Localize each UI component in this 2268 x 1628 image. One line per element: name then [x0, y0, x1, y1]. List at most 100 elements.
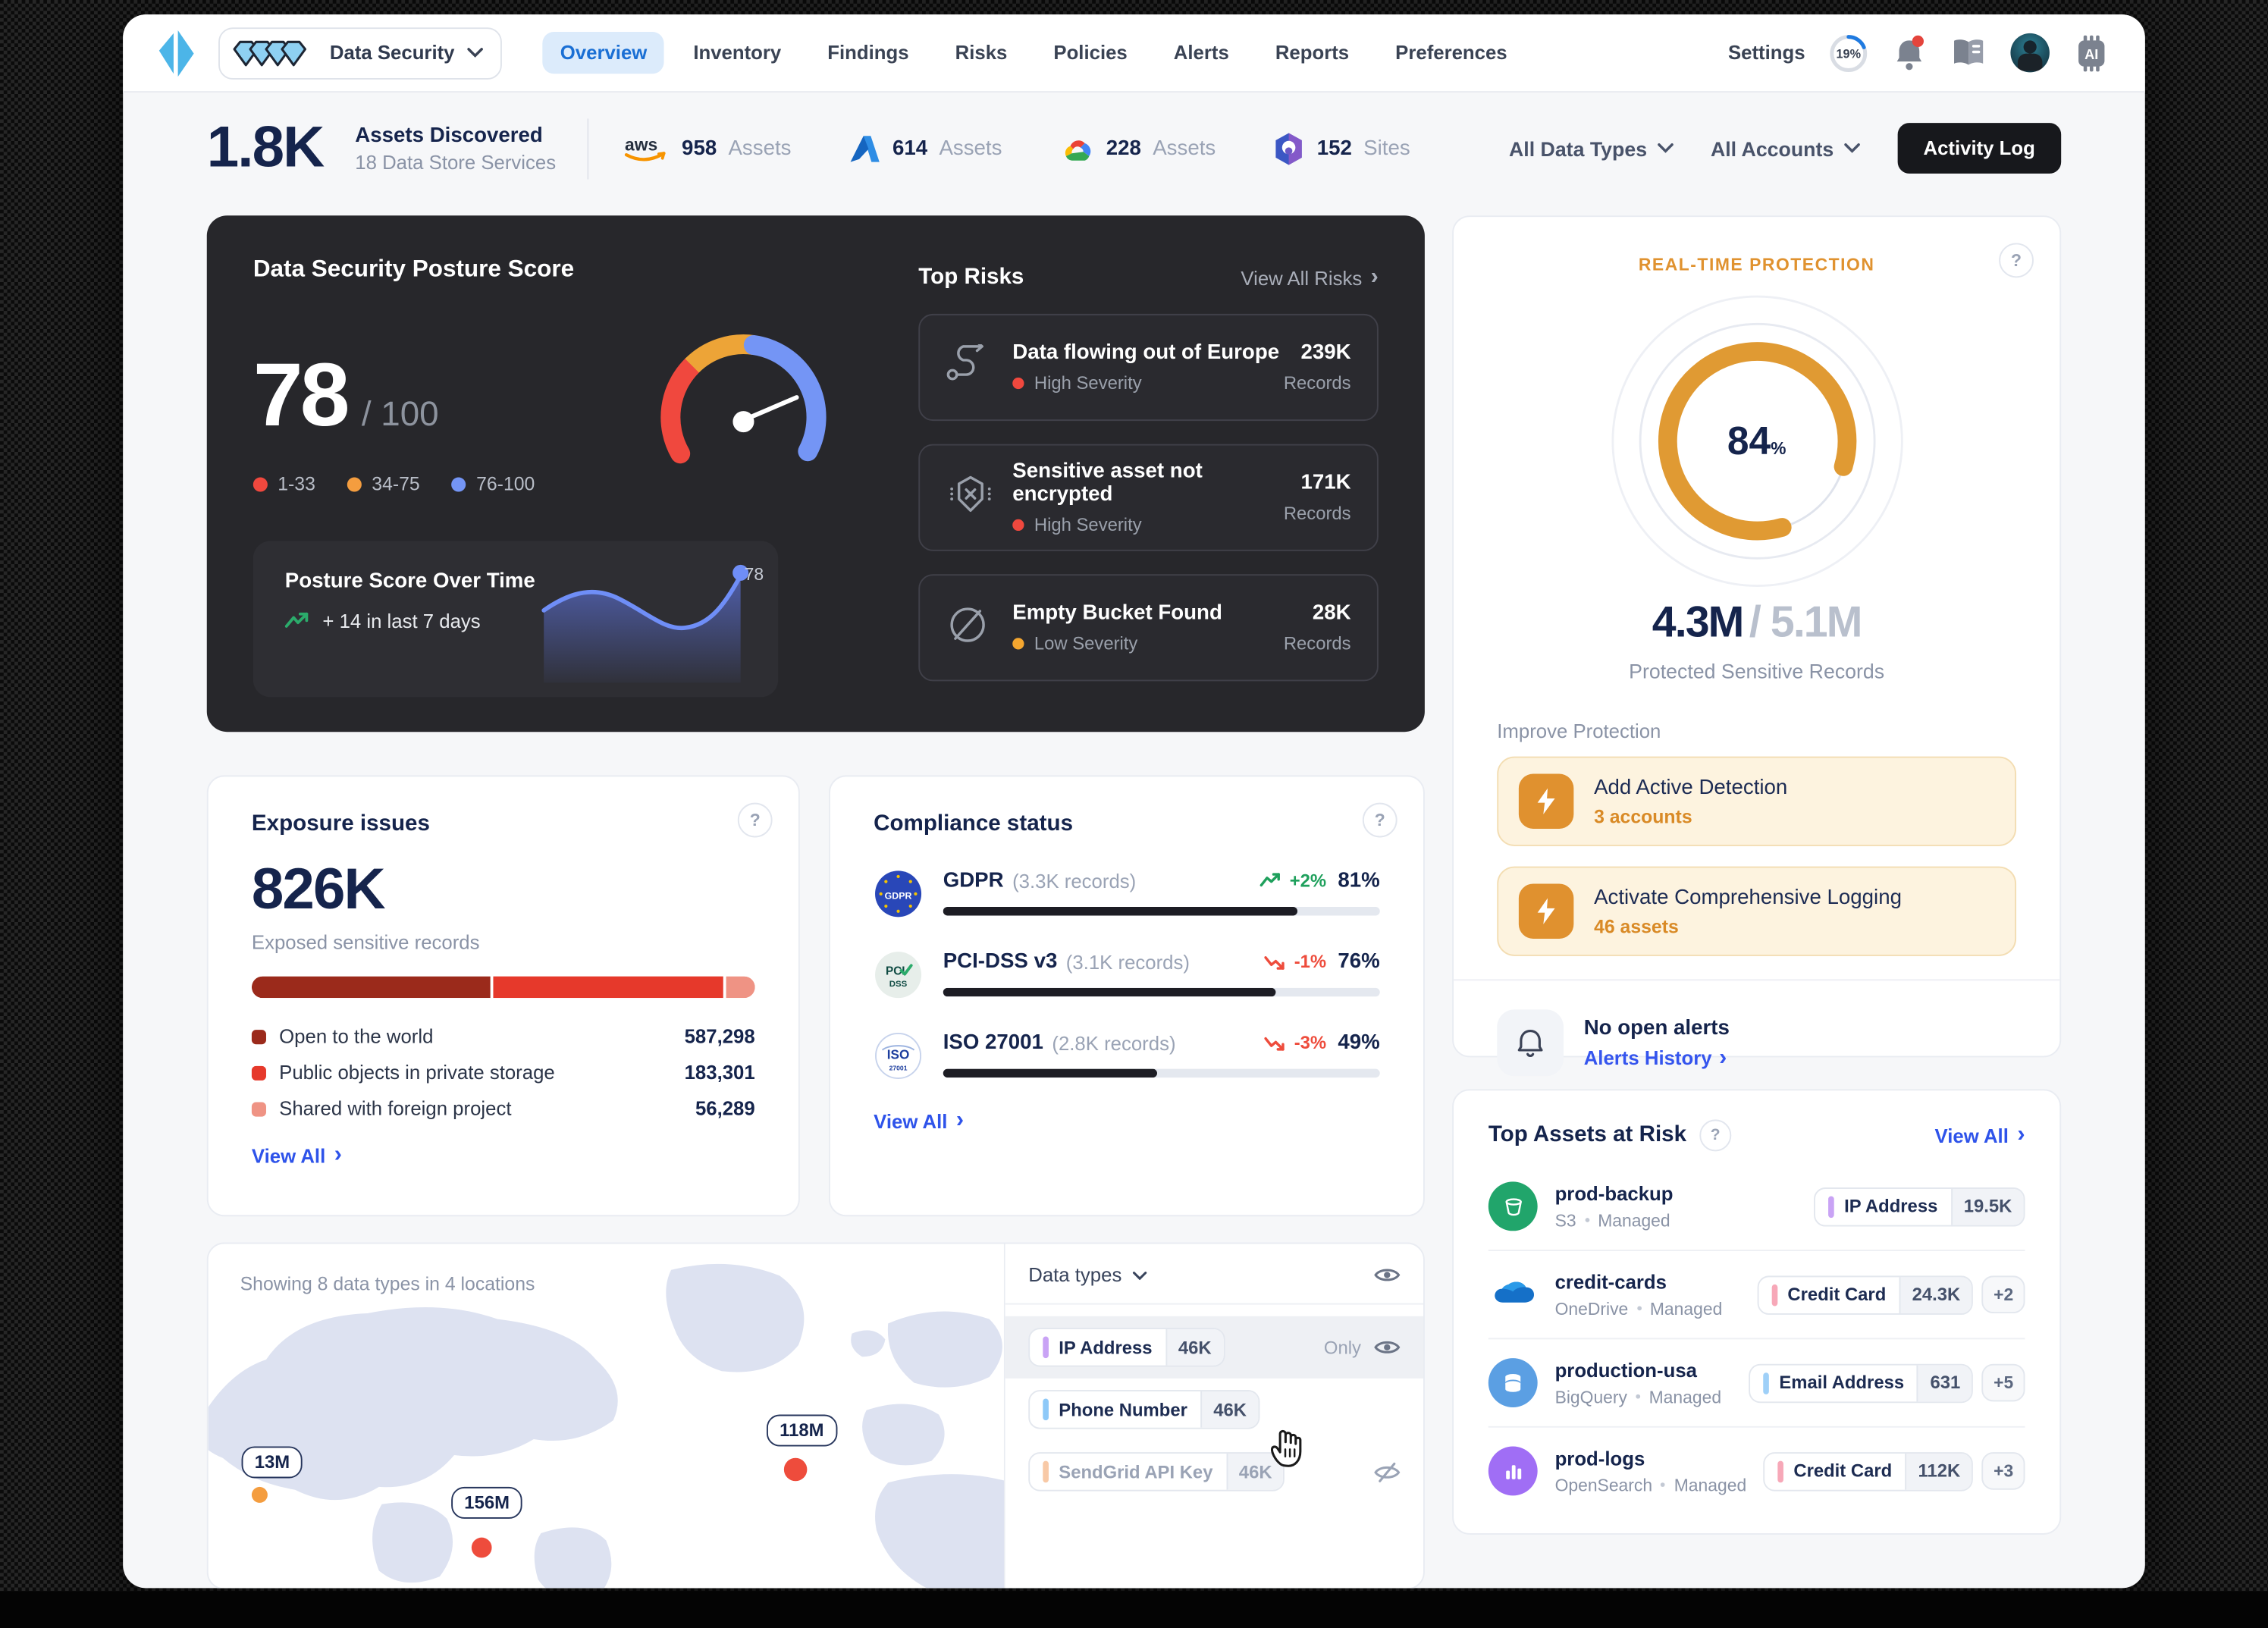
- usage-progress-ring[interactable]: 19%: [1828, 33, 1868, 73]
- assets-subtitle: 18 Data Store Services: [355, 151, 556, 173]
- docs-book-icon[interactable]: [1950, 36, 1987, 71]
- data-type-chip: IP Address 19.5K: [1814, 1187, 2025, 1226]
- svg-text:ISO: ISO: [887, 1046, 910, 1062]
- data-type-row-sendgrid-api-key[interactable]: SendGrid API Key 46K: [1005, 1441, 1423, 1503]
- settings-link[interactable]: Settings: [1728, 42, 1805, 64]
- unencrypted-shield-icon: [946, 472, 996, 516]
- compliance-row-iso: ISO 27001 ISO 27001 (2.8K records) -3%: [874, 1031, 1380, 1081]
- visibility-eye-off-icon[interactable]: [1374, 1462, 1400, 1482]
- toggle-all-visibility-eye-icon[interactable]: [1374, 1266, 1400, 1285]
- posture-score-card: Data Security Posture Score 78 / 100 1-3…: [207, 215, 1425, 732]
- risk-item-data-flow[interactable]: Data flowing out of Europe High Severity…: [918, 314, 1379, 421]
- only-action[interactable]: Only: [1324, 1337, 1361, 1357]
- mouse-cursor-hand: [1266, 1420, 1309, 1470]
- azure-count: 614: [892, 136, 927, 160]
- pci-dss-icon: PCI DSS: [874, 950, 923, 999]
- s3-bucket-icon: [1501, 1194, 1525, 1219]
- tab-policies[interactable]: Policies: [1037, 32, 1145, 74]
- asset-row-prod-logs[interactable]: prod-logs OpenSearchManaged Credit Card …: [1488, 1428, 2025, 1514]
- severity-dot: [1012, 378, 1024, 389]
- risk-name: Sensitive asset not encrypted: [1012, 460, 1284, 507]
- tab-inventory[interactable]: Inventory: [676, 32, 798, 74]
- risk-item-empty-bucket[interactable]: Empty Bucket Found Low Severity 28K Reco…: [918, 574, 1379, 681]
- product-switcher[interactable]: Data Security: [218, 27, 502, 79]
- help-icon[interactable]: ?: [1699, 1119, 1731, 1151]
- more-types-chip[interactable]: +2: [1982, 1275, 2025, 1313]
- action-add-active-detection[interactable]: Add Active Detection 3 accounts: [1497, 757, 2016, 846]
- risk-count: 28K: [1284, 602, 1351, 626]
- product-switcher-label: Data Security: [330, 42, 455, 64]
- azure-unit: Assets: [939, 136, 1002, 160]
- posture-score-value: 78: [253, 344, 347, 447]
- compliance-view-all-link[interactable]: View All›: [874, 1109, 964, 1133]
- assets-total: 1.8K: [207, 116, 324, 181]
- alerts-history-link[interactable]: Alerts History›: [1584, 1046, 1730, 1070]
- tab-findings[interactable]: Findings: [810, 32, 926, 74]
- nav-tabs: Overview Inventory Findings Risks Polici…: [543, 32, 1525, 74]
- bigquery-database-icon: [1501, 1370, 1525, 1394]
- posture-score-max: / 100: [362, 395, 439, 435]
- risk-count: 171K: [1284, 472, 1351, 495]
- svg-text:aws: aws: [626, 133, 658, 153]
- usage-percent-label: 19%: [1828, 33, 1868, 73]
- asset-row-production-usa[interactable]: production-usa BigQueryManaged Email Add…: [1488, 1339, 2025, 1427]
- exposure-view-all-link[interactable]: View All›: [252, 1144, 342, 1168]
- gcp-icon: [1060, 133, 1095, 165]
- asset-row-credit-cards[interactable]: credit-cards OneDriveManaged Credit Card…: [1488, 1251, 2025, 1339]
- map-marker-dot[interactable]: [472, 1538, 492, 1558]
- data-types-dropdown[interactable]: Data types: [1028, 1264, 1147, 1286]
- compliance-row-gdpr: GDPR GDPR (3.3K records) +2%: [874, 869, 1380, 918]
- app-window: Data Security Overview Inventory Finding…: [123, 14, 2145, 1588]
- chevron-down-icon: [1844, 143, 1860, 153]
- map-marker-dot[interactable]: [252, 1487, 268, 1503]
- assets-summary-bar: 1.8K Assets Discovered 18 Data Store Ser…: [123, 93, 2145, 198]
- tab-alerts[interactable]: Alerts: [1156, 32, 1247, 74]
- legend-dot-blue: [452, 477, 466, 491]
- sharepoint-icon: [1274, 131, 1306, 166]
- risk-item-not-encrypted[interactable]: Sensitive asset not encrypted High Sever…: [918, 444, 1379, 551]
- map-marker-dot[interactable]: [784, 1458, 808, 1482]
- risk-name: Data flowing out of Europe: [1012, 341, 1284, 365]
- data-type-row-phone-number[interactable]: Phone Number 46K: [1005, 1379, 1423, 1441]
- tab-risks[interactable]: Risks: [938, 32, 1025, 74]
- user-avatar[interactable]: [2010, 33, 2050, 73]
- map-marker-label[interactable]: 118M: [767, 1415, 837, 1447]
- top-nav: Data Security Overview Inventory Finding…: [123, 14, 2145, 93]
- posture-title: Data Security Posture Score: [253, 256, 861, 284]
- map-marker-label[interactable]: 13M: [242, 1447, 303, 1479]
- more-types-chip[interactable]: +3: [1982, 1452, 2025, 1490]
- divider: [588, 118, 589, 178]
- sharepoint-count: 152: [1317, 136, 1352, 160]
- notifications-bell-icon[interactable]: [1892, 34, 1927, 72]
- help-icon[interactable]: ?: [1363, 803, 1398, 838]
- gcp-unit: Assets: [1153, 136, 1216, 160]
- empty-slash-icon: [946, 602, 990, 645]
- data-flow-icon: [946, 343, 990, 384]
- help-icon[interactable]: ?: [738, 803, 773, 838]
- map-marker-label[interactable]: 156M: [451, 1487, 522, 1519]
- chevron-down-icon: [1132, 1271, 1147, 1279]
- view-all-risks-link[interactable]: View All Risks›: [1241, 266, 1378, 290]
- activity-log-button[interactable]: Activity Log: [1897, 123, 2061, 174]
- app-logo-icon: [155, 28, 198, 77]
- data-type-row-ip-address[interactable]: IP Address 46K Only: [1005, 1316, 1423, 1379]
- svg-text:GDPR: GDPR: [885, 891, 912, 902]
- ai-assistant-icon[interactable]: AI: [2072, 34, 2110, 72]
- tab-reports[interactable]: Reports: [1258, 32, 1366, 74]
- compliance-bar: [943, 907, 1380, 915]
- filter-data-types[interactable]: All Data Types: [1509, 136, 1673, 160]
- asset-row-prod-backup[interactable]: prod-backup S3Managed IP Address 19.5K: [1488, 1163, 2025, 1251]
- visibility-eye-icon[interactable]: [1374, 1338, 1400, 1357]
- exposure-row: Open to the world587,298: [252, 1018, 755, 1055]
- filter-accounts[interactable]: All Accounts: [1711, 136, 1860, 160]
- tab-overview[interactable]: Overview: [543, 32, 664, 74]
- gdpr-icon: GDPR: [874, 869, 923, 918]
- exposure-title: Exposure issues: [252, 811, 755, 837]
- more-types-chip[interactable]: +5: [1982, 1364, 2025, 1402]
- top-assets-view-all-link[interactable]: View All›: [1935, 1124, 2025, 1147]
- action-activate-logging[interactable]: Activate Comprehensive Logging 46 assets: [1497, 867, 2016, 956]
- chevron-down-icon: [468, 48, 484, 58]
- trend-up-icon: [1259, 872, 1283, 889]
- help-icon[interactable]: ?: [1999, 243, 2034, 278]
- tab-preferences[interactable]: Preferences: [1378, 32, 1524, 74]
